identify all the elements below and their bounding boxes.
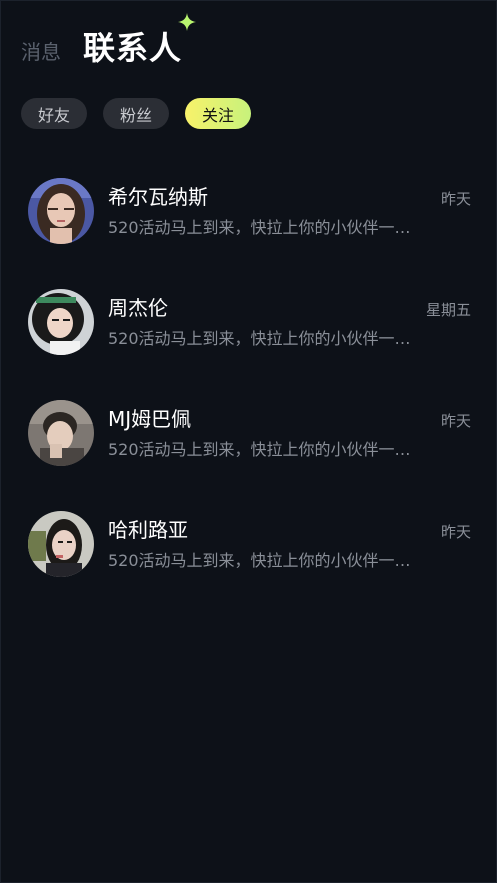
filter-chip-friends[interactable]: 好友 [21, 98, 87, 129]
tab-messages[interactable]: 消息 [21, 36, 61, 69]
contact-name: 希尔瓦纳斯 [108, 185, 208, 209]
contact-row[interactable]: 希尔瓦纳斯 520活动马上到来，快拉上你的小伙伴一起参加吧 昨天 [1, 178, 496, 268]
avatar [28, 289, 94, 355]
avatar [28, 400, 94, 466]
sparkle-icon [178, 13, 197, 31]
contact-row[interactable]: MJ姆巴佩 520活动马上到来，快拉上你的小伙伴一起参加吧 昨天 [1, 400, 496, 490]
contact-name: 周杰伦 [108, 296, 168, 320]
header: 消息 联系人 [21, 13, 197, 69]
tab-contacts-label: 联系人 [83, 29, 183, 67]
avatar [28, 178, 94, 244]
contact-row[interactable]: 周杰伦 520活动马上到来，快拉上你的小伙伴一起参加吧 星期五 [1, 289, 496, 379]
avatar [28, 511, 94, 577]
contact-time: 星期五 [425, 301, 471, 319]
filter-chip-fans[interactable]: 粉丝 [103, 98, 169, 129]
contact-name: 哈利路亚 [108, 518, 188, 542]
contact-preview: 520活动马上到来，快拉上你的小伙伴一起参加吧 [108, 218, 414, 237]
contact-name: MJ姆巴佩 [108, 407, 192, 431]
tab-contacts[interactable]: 联系人 [83, 13, 197, 69]
filter-chips: 好友 粉丝 关注 [21, 98, 251, 129]
contact-preview: 520活动马上到来，快拉上你的小伙伴一起参加吧 [108, 329, 414, 348]
contact-row[interactable]: 哈利路亚 520活动马上到来，快拉上你的小伙伴一起参加吧 昨天 [1, 511, 496, 601]
filter-chip-following[interactable]: 关注 [185, 98, 251, 129]
contact-time: 昨天 [440, 190, 471, 208]
contact-time: 昨天 [440, 412, 471, 430]
contact-time: 昨天 [440, 523, 471, 541]
app-screen: 消息 联系人 好友 粉丝 关注 希尔瓦纳斯 520活动马上到来，快拉上你的小伙伴… [0, 0, 497, 883]
contact-preview: 520活动马上到来，快拉上你的小伙伴一起参加吧 [108, 440, 414, 459]
contact-preview: 520活动马上到来，快拉上你的小伙伴一起参加吧 [108, 551, 414, 570]
